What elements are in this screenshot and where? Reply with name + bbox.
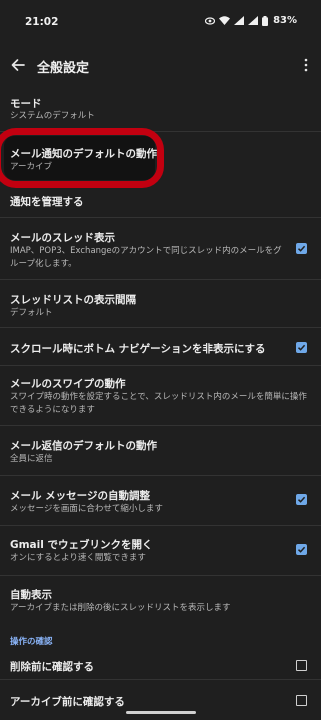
setting-auto-advance[interactable]: 自動表示 アーカイブまたは削除の後にスレッドリストを表示します (0, 576, 321, 626)
setting-web-links-sub: オンにするとより速く閲覧できます (10, 553, 146, 563)
setting-confirm-delete[interactable]: 削除前に確認する (0, 650, 321, 680)
arrow-back-icon[interactable] (9, 56, 27, 74)
setting-notify-default[interactable]: メール通知のデフォルトの動作 アーカイブ (0, 132, 321, 186)
setting-confirm-archive-title: アーカイブ前に確認する (10, 696, 125, 708)
signal-icon-2 (248, 16, 259, 25)
setting-auto-advance-sub: アーカイブまたは削除の後にスレッドリストを表示します (10, 603, 231, 613)
setting-manage-notify[interactable]: 通知を管理する (0, 186, 321, 218)
setting-confirm-archive[interactable]: アーカイブ前に確認する (0, 680, 321, 720)
setting-thread-density-title: スレッドリストの表示間隔 (10, 294, 136, 306)
setting-hide-bottom-nav[interactable]: スクロール時にボトム ナビゲーションを非表示にする (0, 328, 321, 366)
setting-auto-fit[interactable]: メール メッセージの自動調整 メッセージを画面に合わせて縮小します (0, 476, 321, 526)
setting-hide-bottom-nav-title: スクロール時にボトム ナビゲーションを非表示にする (10, 343, 266, 355)
signal-icon (234, 16, 245, 25)
setting-web-links[interactable]: Gmail でウェブリンクを開く オンにするとより速く閲覧できます (0, 526, 321, 576)
more-vert-icon[interactable] (303, 57, 309, 73)
setting-thread-view-title: メールのスレッド表示 (10, 232, 115, 244)
setting-auto-advance-title: 自動表示 (10, 589, 52, 601)
page-title: 全般設定 (37, 61, 90, 76)
setting-swipe-actions-title: メールのスワイプの動作 (10, 378, 126, 390)
status-icons: 83% (205, 15, 297, 26)
check-icon (297, 496, 306, 503)
check-icon (297, 546, 306, 553)
setting-reply-default[interactable]: メール返信のデフォルトの動作 全員に返信 (0, 426, 321, 476)
eye-icon (205, 16, 216, 25)
setting-reply-default-sub: 全員に返信 (10, 454, 53, 464)
setting-mode-sub: システムのデフォルト (10, 111, 95, 121)
thread-view-checkbox[interactable] (296, 243, 307, 254)
setting-swipe-actions[interactable]: メールのスワイプの動作 スワイプ時の動作を設定することで、スレッドリスト内のメー… (0, 366, 321, 426)
status-time: 21:02 (25, 16, 59, 28)
home-indicator[interactable] (126, 711, 196, 714)
setting-notify-default-sub: アーカイブ (10, 162, 52, 172)
setting-thread-density-sub: デフォルト (10, 308, 53, 318)
setting-swipe-actions-sub: スワイプ時の動作を設定することで、スレッドリスト内のメールを簡単に操作できるよう… (10, 392, 307, 415)
setting-mode[interactable]: モード システムのデフォルト (0, 86, 321, 132)
setting-reply-default-title: メール返信のデフォルトの動作 (10, 440, 157, 452)
wifi-icon (219, 16, 231, 25)
section-header-confirm: 操作の確認 (10, 637, 53, 647)
check-icon (297, 344, 306, 351)
setting-manage-notify-title: 通知を管理する (10, 196, 84, 208)
check-icon (297, 245, 306, 252)
confirm-delete-checkbox[interactable] (296, 660, 307, 671)
setting-thread-view-sub: IMAP、POP3、Exchangeのアカウントで同じスレッド内のメールをグルー… (10, 246, 282, 269)
hide-bottom-nav-checkbox[interactable] (296, 342, 307, 353)
setting-auto-fit-sub: メッセージを画面に合わせて縮小します (10, 504, 163, 514)
setting-mode-title: モード (10, 98, 42, 110)
battery-percent: 83% (273, 15, 297, 26)
setting-notify-default-title: メール通知のデフォルトの動作 (10, 148, 157, 160)
setting-confirm-delete-title: 削除前に確認する (10, 661, 94, 673)
battery-icon (262, 15, 269, 26)
status-bar: 21:02 83% (0, 0, 321, 40)
web-links-checkbox[interactable] (296, 544, 307, 555)
setting-auto-fit-title: メール メッセージの自動調整 (10, 490, 150, 502)
setting-thread-density[interactable]: スレッドリストの表示間隔 デフォルト (0, 280, 321, 328)
app-bar: 全般設定 (0, 46, 321, 86)
confirm-archive-checkbox[interactable] (296, 695, 307, 706)
setting-web-links-title: Gmail でウェブリンクを開く (10, 539, 153, 551)
setting-thread-view[interactable]: メールのスレッド表示 IMAP、POP3、Exchangeのアカウントで同じスレ… (0, 218, 321, 280)
auto-fit-checkbox[interactable] (296, 494, 307, 505)
